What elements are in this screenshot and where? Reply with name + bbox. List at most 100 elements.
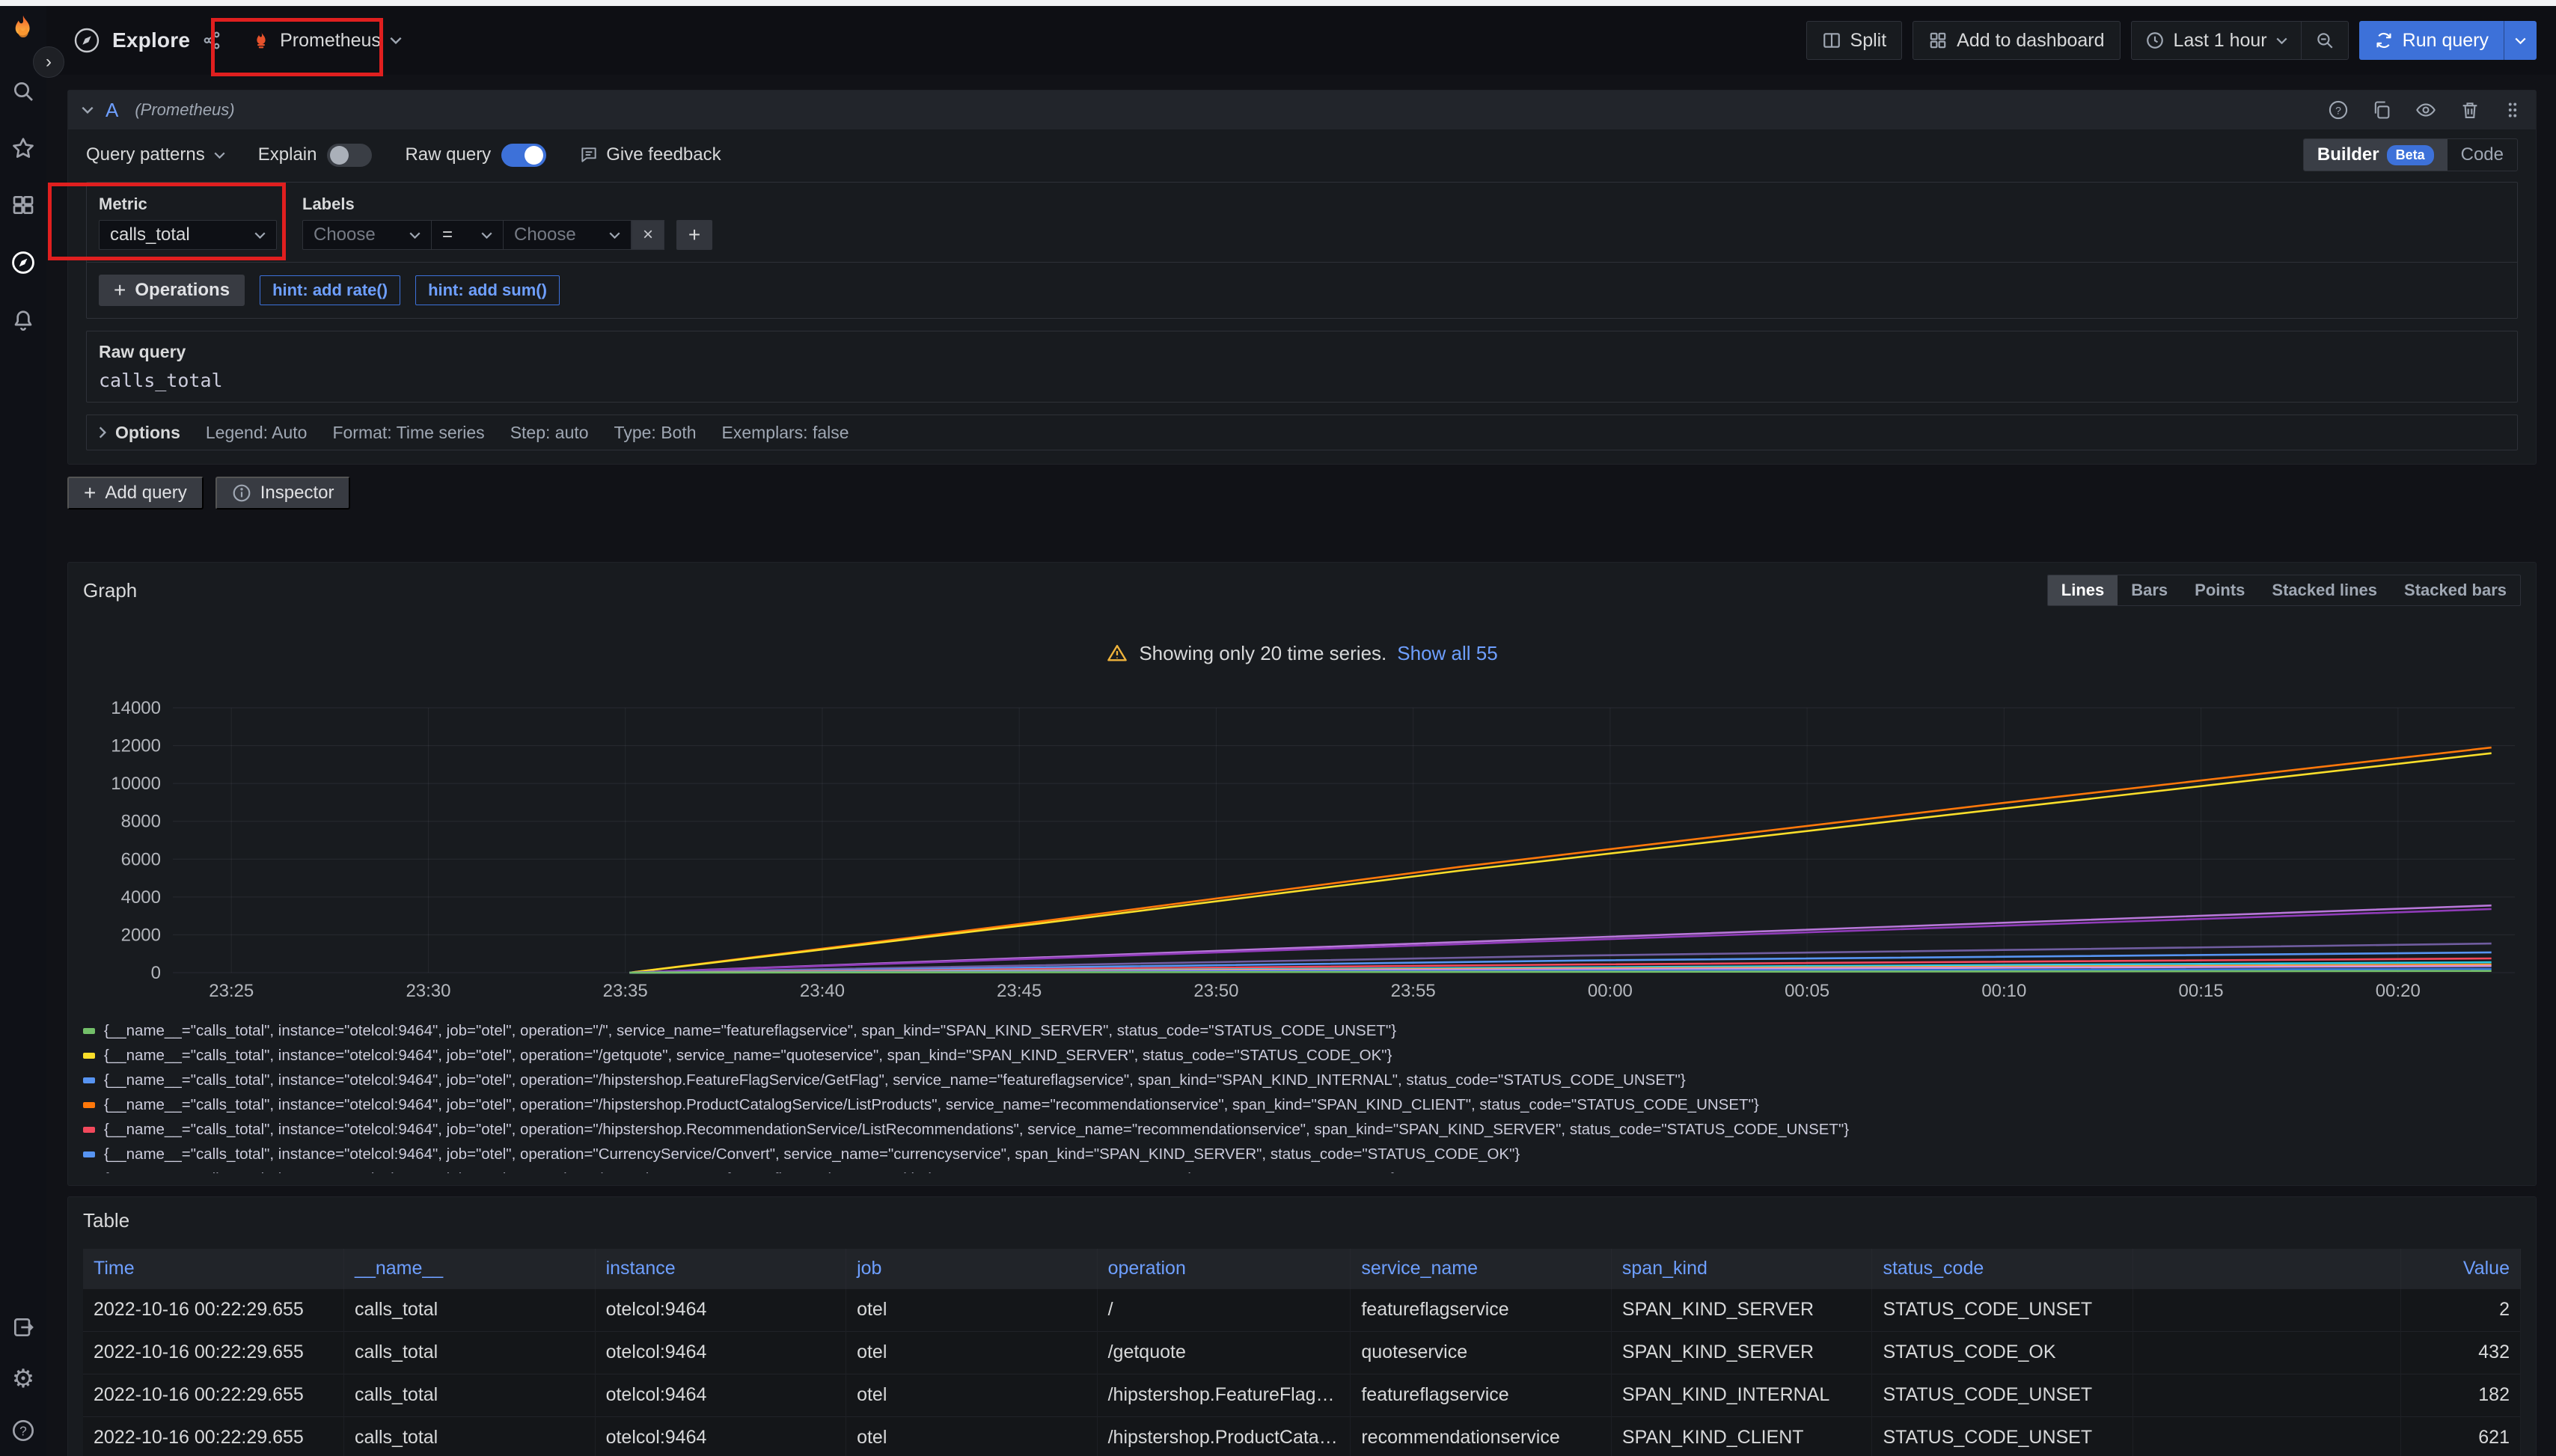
query-patterns-button[interactable]: Query patterns [86,144,225,165]
duplicate-query-icon[interactable] [2371,100,2392,120]
builder-mode-tab[interactable]: Builder Beta [2304,139,2448,171]
hint-add-rate-button[interactable]: hint: add rate() [260,275,400,305]
query-editor-body: Query patterns Explain Raw query Give fe… [68,129,2536,464]
legend-item[interactable]: {__name__="calls_total", instance="otelc… [83,1043,2521,1068]
label-key-select[interactable]: Choose [302,220,431,250]
table-column-header-__name__[interactable]: __name__ [344,1249,596,1288]
query-help-icon[interactable]: ? [2328,100,2349,120]
options-expand-button[interactable]: Options [99,423,180,443]
sidebar-expand-button[interactable]: › [33,46,64,78]
chart-svg[interactable]: 0200040006000800010000120001400023:2523:… [83,694,2522,1003]
label-operator-select[interactable]: = [431,220,503,250]
table-column-header-span_kind[interactable]: span_kind [1611,1249,1872,1288]
graph-panel: Graph LinesBarsPointsStacked linesStacke… [67,562,2537,1186]
collapse-chevron-icon[interactable] [82,106,94,114]
x-axis-tick: 23:35 [603,981,648,1001]
add-to-dashboard-button[interactable]: Add to dashboard [1913,21,2120,60]
give-feedback-label: Give feedback [606,144,721,165]
table-cell: otelcol:9464 [595,1331,846,1374]
search-icon[interactable] [11,79,35,103]
table-column-header-status_code[interactable]: status_code [1872,1249,2133,1288]
legend-swatch[interactable] [83,1028,95,1034]
inspector-button[interactable]: Inspector [215,477,351,510]
graph-mode-tab-stacked-lines[interactable]: Stacked lines [2258,575,2391,605]
help-icon[interactable]: ? [11,1419,35,1443]
table-row: 2022-10-16 00:22:29.655calls_totalotelco… [83,1331,2521,1374]
share-icon[interactable] [202,31,221,50]
magnifier-minus-icon [2315,31,2335,50]
grafana-logo-icon[interactable] [7,13,39,45]
chevron-right-icon [99,426,106,438]
table-column-header-job[interactable]: job [846,1249,1098,1288]
table-column-header-operation[interactable]: operation [1097,1249,1351,1288]
label-value-select[interactable]: Choose [503,220,632,250]
legend-item[interactable]: {__name__="calls_total", instance="otelc… [83,1068,2521,1092]
explain-toggle-switch[interactable] [327,144,372,167]
legend-item[interactable]: {__name__="calls_total", instance="otelc… [83,1142,2521,1166]
alerting-bell-icon[interactable] [11,308,35,332]
legend-item[interactable]: {__name__="calls_total", instance="otelc… [83,1092,2521,1117]
table-cell: SPAN_KIND_CLIENT [1611,1416,1872,1456]
legend-swatch[interactable] [83,1053,95,1059]
dashboards-icon[interactable] [11,193,35,217]
table-column-header-Value[interactable]: Value [2401,1249,2521,1288]
legend-item[interactable]: {__name__="calls_total", instance="otelc… [83,1166,2521,1173]
x-axis-tick: 23:50 [1193,981,1238,1001]
y-axis-tick: 8000 [121,812,161,832]
table-row: 2022-10-16 00:22:29.655calls_totalotelco… [83,1374,2521,1416]
delete-query-trash-icon[interactable] [2459,100,2480,120]
run-query-label: Run query [2403,30,2489,52]
settings-gear-icon[interactable]: ⚙ [12,1366,34,1392]
legend-item[interactable]: {__name__="calls_total", instance="otelc… [83,1117,2521,1142]
drag-handle-icon[interactable] [2503,100,2522,120]
metric-field-group: Metric calls_total [99,195,277,250]
zoom-out-time-button[interactable] [2302,22,2348,59]
show-all-series-link[interactable]: Show all 55 [1397,642,1497,665]
explore-compass-icon[interactable] [10,250,36,275]
split-button[interactable]: Split [1806,21,1903,60]
hint-add-sum-button[interactable]: hint: add sum() [415,275,560,305]
run-query-button[interactable]: Run query [2359,21,2504,60]
disable-query-eye-icon[interactable] [2415,100,2437,120]
table-column-header-Time[interactable]: Time [83,1249,344,1288]
option-exemplars: Exemplars: false [722,423,849,443]
add-label-filter-button[interactable]: + [676,220,712,250]
table-column-header-service_name[interactable]: service_name [1351,1249,1612,1288]
table-cell: 2022-10-16 00:22:29.655 [83,1331,344,1374]
table-panel: Table Time__name__instancejoboperationse… [67,1196,2537,1456]
x-axis-tick: 00:00 [1588,981,1633,1001]
chevron-down-icon [390,37,402,44]
timeseries-chart[interactable]: 0200040006000800010000120001400023:2523:… [83,694,2521,1006]
datasource-picker[interactable]: Prometheus [235,19,418,62]
graph-mode-tab-bars[interactable]: Bars [2118,575,2181,605]
legend-swatch[interactable] [83,1151,95,1157]
remove-label-filter-button[interactable]: × [632,220,664,250]
legend-swatch[interactable] [83,1102,95,1108]
sign-in-icon[interactable] [11,1315,35,1339]
raw-query-toggle-switch[interactable] [501,144,546,167]
starred-icon[interactable] [11,136,35,160]
code-mode-tab[interactable]: Code [2448,139,2517,171]
metric-select[interactable]: calls_total [99,220,277,250]
graph-mode-tab-stacked-bars[interactable]: Stacked bars [2391,575,2520,605]
split-label: Split [1850,30,1887,52]
labels-label: Labels [302,195,712,214]
run-query-dropdown-button[interactable] [2504,21,2537,60]
add-operation-button[interactable]: + Operations [99,275,245,306]
top-navbar: Explore Prometheus Split [46,6,2556,75]
explain-toggle[interactable]: Explain [258,144,373,167]
table-cell [2133,1331,2401,1374]
legend-swatch[interactable] [83,1077,95,1083]
metric-label: Metric [99,195,277,214]
give-feedback-button[interactable]: Give feedback [579,144,721,165]
query-row-header[interactable]: A (Prometheus) ? [68,91,2536,129]
legend-swatch[interactable] [83,1127,95,1133]
table-column-header-instance[interactable]: instance [595,1249,846,1288]
raw-query-toggle[interactable]: Raw query [405,144,546,167]
add-query-button[interactable]: + Add query [67,477,204,510]
editor-mode-switch: Builder Beta Code [2303,138,2518,171]
legend-item[interactable]: {__name__="calls_total", instance="otelc… [83,1018,2521,1043]
graph-mode-tab-lines[interactable]: Lines [2048,575,2118,605]
time-range-picker[interactable]: Last 1 hour [2132,22,2301,59]
graph-mode-tab-points[interactable]: Points [2181,575,2258,605]
